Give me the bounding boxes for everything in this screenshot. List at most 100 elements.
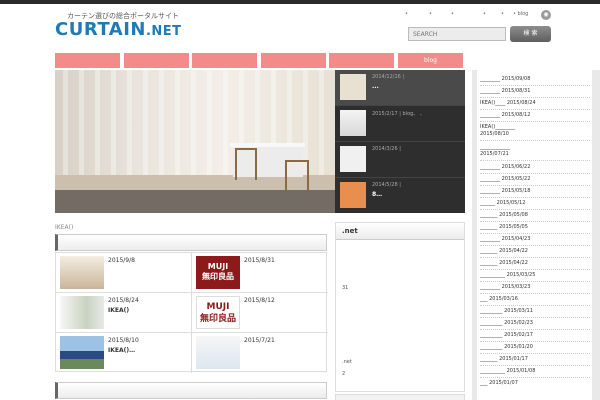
post-date: 2015/8/24 (108, 297, 139, 304)
archive-item[interactable]: __________ 2015/03/25 (480, 272, 590, 282)
info-panel: .net 31 .net 2 (335, 222, 465, 392)
post-date: 2015/8/10 (108, 337, 139, 344)
thumb-image (340, 74, 366, 100)
archive-item[interactable]: __________ 2015/01/08 (480, 368, 590, 378)
archive-item[interactable]: _________ 2015/03/11 (480, 308, 590, 318)
archive-item[interactable]: 2015/07/21 (480, 151, 590, 161)
archive-item[interactable]: _______ 2015/04/22 (480, 248, 590, 258)
archive-item[interactable]: _______ 2015/01/17 (480, 356, 590, 366)
chair (285, 160, 309, 190)
header-links: • • • • • • blog (405, 11, 535, 21)
thumb-date: 2015/2/17 | blog、 、 (372, 111, 425, 117)
post-card[interactable]: 2015/7/21 (192, 333, 328, 373)
archive-item[interactable]: ________ 2015/05/18 (480, 188, 590, 198)
chair (235, 148, 257, 180)
header-link-2[interactable]: • (429, 11, 432, 17)
blind-slat (319, 70, 324, 190)
archive-item[interactable]: ___ 2015/01/07 (480, 380, 590, 389)
nav-item-5[interactable] (329, 53, 394, 68)
rss-icon[interactable]: ◉ (541, 10, 551, 20)
archive-item[interactable]: ________ 2015/09/08 (480, 76, 590, 86)
slider-thumb-item[interactable]: 2014/12/16 | ... (335, 70, 465, 106)
post-card[interactable]: MUJI 無印良品 2015/8/31 (192, 253, 328, 293)
archive-item[interactable]: ___ 2015/03/16 (480, 296, 590, 306)
blind-slat (143, 70, 148, 190)
header-link-4[interactable]: • (483, 11, 486, 17)
blind-slat (159, 70, 164, 190)
top-bar (0, 0, 600, 4)
thumb-image (340, 182, 366, 208)
nav-item-blog[interactable]: blog (398, 53, 463, 68)
post-date: 2015/8/31 (244, 257, 275, 264)
post-title: IKEA()… (108, 347, 136, 354)
post-title: IKEA() (108, 307, 130, 314)
search-button[interactable]: 検 索 (510, 26, 551, 42)
archive-item[interactable]: _________ 2015/01/20 (480, 344, 590, 354)
thumb-image (340, 146, 366, 172)
post-thumbnail: MUJI 無印良品 (196, 296, 240, 329)
slider-thumb-item[interactable]: 2015/2/17 | blog、 、 (335, 106, 465, 142)
blind-slat (63, 70, 68, 190)
blind-slat (111, 70, 116, 190)
post-card[interactable]: 2015/9/8 (56, 253, 192, 293)
archive-item[interactable]: ________ 2015/08/12 (480, 112, 590, 122)
archive-item[interactable]: ________ 2015/04/23 (480, 236, 590, 246)
archive-item[interactable]: _______ 2015/04/22 (480, 260, 590, 270)
archive-item[interactable]: ________ 2015/08/31 (480, 88, 590, 98)
breadcrumb[interactable]: IKEA() (55, 224, 73, 231)
posts-panel-header (55, 234, 327, 251)
post-card[interactable]: 2015/8/10 IKEA()… (56, 333, 192, 373)
post-thumbnail (60, 296, 104, 329)
archive-item[interactable]: _______ 2015/05/08 (480, 212, 590, 222)
post-thumbnail (196, 336, 240, 369)
nav-item-1[interactable] (55, 53, 120, 68)
post-thumbnail: MUJI 無印良品 (196, 256, 240, 289)
post-card[interactable]: MUJI 無印良品 2015/8/12 (192, 293, 328, 333)
blind-slat (127, 70, 132, 190)
post-thumbnail (60, 256, 104, 289)
archive-item[interactable]: 2015/08/10 (480, 131, 590, 141)
slide-caption-bar (55, 190, 335, 213)
archive-item[interactable]: ______ 2015/05/12 (480, 200, 590, 210)
header-link-3[interactable]: • (451, 11, 454, 17)
thumb-date: 2014/12/16 | (372, 74, 405, 80)
info-panel-2-header (335, 394, 465, 400)
thumb-title: ... (372, 83, 379, 90)
archive-item[interactable]: _________ 2015/02/23 (480, 320, 590, 330)
site-logo[interactable]: カーテン選びの総合ポータルサイト CURTAIN.NET (55, 11, 185, 40)
archive-item[interactable]: _______ 2015/05/05 (480, 224, 590, 234)
info-panel-text: 2 (342, 371, 346, 377)
slider-thumbnails: 2014/12/16 | ... 2015/2/17 | blog、 、 201… (335, 70, 465, 213)
post-date: 2015/9/8 (108, 257, 135, 264)
archive-sidebar: ________ 2015/09/08 ________ 2015/08/31 … (472, 70, 600, 400)
logo-suffix: .NET (145, 24, 182, 39)
second-panel-header (55, 382, 327, 399)
slider-thumb-item[interactable]: 2014/3/26 | (335, 142, 465, 178)
archive-item[interactable]: IKEA()____ 2015/08/24 (480, 100, 590, 110)
nav-item-2[interactable] (124, 53, 189, 68)
slider-thumb-item[interactable]: 2014/5/28 | 8… (335, 178, 465, 214)
archive-item[interactable]: _________ 2015/02/17 (480, 332, 590, 342)
muji-logo-text: MUJI 無印良品 (202, 262, 234, 281)
post-card[interactable]: 2015/8/24 IKEA() (56, 293, 192, 333)
archive-item[interactable]: ________ 2015/06/22 (480, 164, 590, 174)
logo-text: CURTAIN.NET (55, 19, 182, 40)
header-link-5[interactable]: • (501, 11, 504, 17)
slide-main-image[interactable] (55, 70, 335, 213)
post-thumbnail (60, 336, 104, 369)
header-link-1[interactable]: • (405, 11, 408, 17)
archive-item[interactable]: ________ 2015/05/22 (480, 176, 590, 186)
info-panel-text: .net (342, 359, 352, 365)
info-panel-title: .net (336, 223, 464, 240)
thumb-date: 2014/3/26 | (372, 146, 401, 152)
thumb-date: 2014/5/28 | (372, 182, 401, 188)
blind-slat (191, 70, 196, 190)
info-panel-text: 31 (342, 285, 349, 291)
logo-main-text: CURTAIN (55, 19, 146, 40)
nav-item-4[interactable] (261, 53, 326, 68)
search-input[interactable] (408, 27, 506, 41)
nav-item-3[interactable] (192, 53, 257, 68)
header-link-blog[interactable]: • blog (513, 11, 528, 17)
thumb-title: 8… (372, 191, 383, 198)
archive-item[interactable]: ________ 2015/03/23 (480, 284, 590, 294)
